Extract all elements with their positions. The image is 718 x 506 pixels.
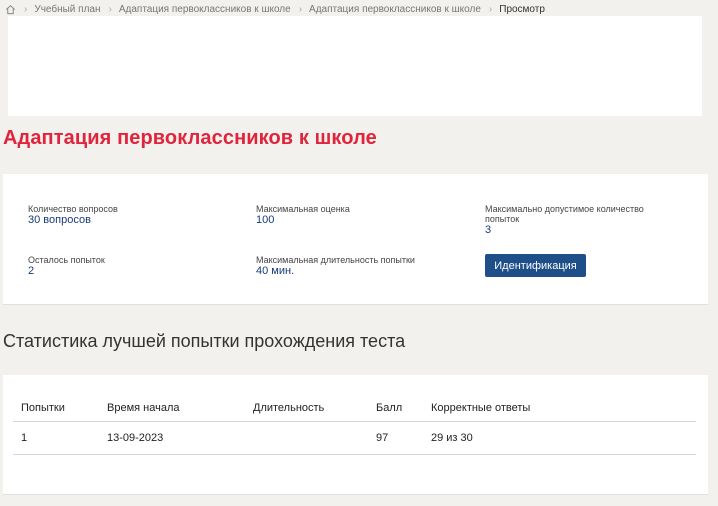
column-header-attempts: Попытки	[13, 395, 99, 422]
max-score: Максимальная оценка 100	[256, 204, 456, 226]
test-info-card: Количество вопросов 30 вопросов Максимал…	[3, 174, 708, 305]
cell-duration	[245, 421, 368, 455]
breadcrumb: › Учебный план › Адаптация первоклассник…	[4, 1, 545, 17]
max-duration-value: 40 мин.	[256, 265, 295, 277]
chevron-right-icon: ›	[298, 3, 303, 15]
cell-start-time: 13-09-2023	[99, 421, 245, 455]
table-row: 1 13-09-2023 97 29 из 30	[13, 421, 696, 455]
stats-card: Попытки Время начала Длительность Балл К…	[3, 375, 708, 495]
column-header-correct-answers: Корректные ответы	[423, 395, 696, 422]
identification-button[interactable]: Идентификация	[485, 254, 586, 277]
max-duration: Максимальная длительность попытки 40 мин…	[256, 255, 466, 277]
column-header-score: Балл	[368, 395, 423, 422]
max-duration-label: Максимальная длительность попытки	[256, 255, 415, 265]
chevron-right-icon: ›	[24, 3, 28, 15]
home-icon[interactable]	[4, 3, 16, 15]
banner-area	[8, 16, 702, 116]
column-header-duration: Длительность	[245, 395, 368, 422]
questions-count: Количество вопросов 30 вопросов	[28, 204, 228, 226]
attempts-left: Осталось попыток 2	[28, 255, 228, 277]
stats-section-title: Статистика лучшей попытки прохождения те…	[3, 331, 406, 351]
stats-table: Попытки Время начала Длительность Балл К…	[13, 395, 696, 455]
column-header-start-time: Время начала	[99, 395, 245, 422]
max-attempts-value: 3	[485, 224, 492, 236]
cell-correct-answers: 29 из 30	[423, 421, 696, 455]
page-title: Адаптация первоклассников к школе	[3, 127, 377, 149]
max-score-value: 100	[256, 214, 275, 226]
table-header-row: Попытки Время начала Длительность Балл К…	[13, 395, 696, 422]
breadcrumb-item-test[interactable]: Адаптация первоклассников к школе	[309, 4, 481, 15]
breadcrumb-current: Просмотр	[499, 3, 545, 15]
chevron-right-icon: ›	[488, 3, 493, 15]
breadcrumb-item-course[interactable]: Адаптация первоклассников к школе	[119, 4, 291, 15]
cell-attempt: 1	[13, 421, 99, 455]
max-score-label: Максимальная оценка	[256, 204, 350, 214]
questions-count-value: 30 вопросов	[28, 214, 91, 226]
chevron-right-icon: ›	[108, 3, 112, 15]
questions-count-label: Количество вопросов	[28, 204, 118, 214]
max-attempts: Максимально допустимое количество попыто…	[485, 204, 680, 236]
attempts-left-value: 2	[28, 265, 35, 277]
cell-score: 97	[368, 421, 423, 455]
breadcrumb-item-plan[interactable]: Учебный план	[34, 4, 100, 15]
max-attempts-label: Максимально допустимое количество попыто…	[485, 204, 644, 224]
attempts-left-label: Осталось попыток	[28, 255, 105, 265]
